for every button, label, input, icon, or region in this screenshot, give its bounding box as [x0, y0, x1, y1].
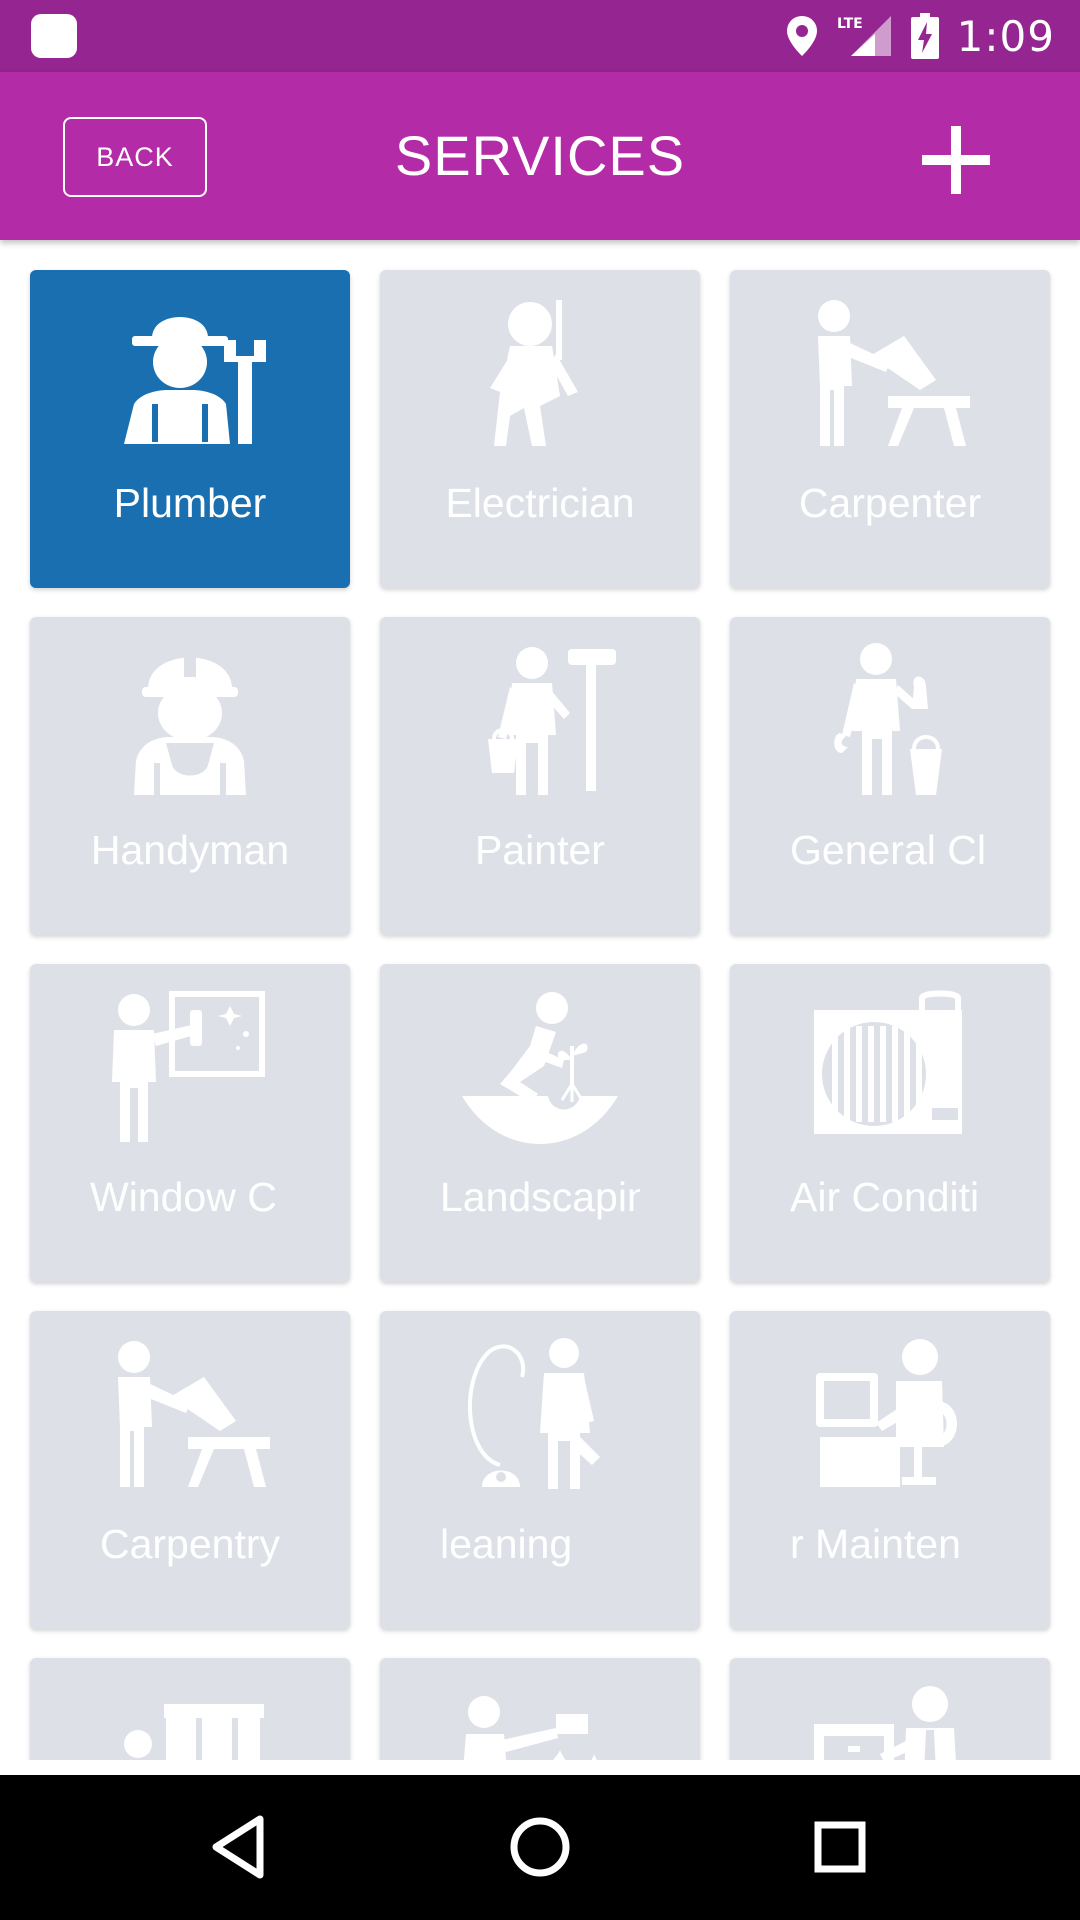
service-tile[interactable]: Landscapin — [380, 964, 700, 1282]
service-label: Carpenter — [798, 480, 982, 526]
service-label: Landscapin — [440, 1174, 640, 1220]
location-pin-icon — [786, 16, 817, 56]
service-tile[interactable]: Carpentry — [30, 1311, 350, 1629]
services-grid: Plumber Electrician Carpenter Handyman P… — [0, 240, 1080, 1760]
plus-icon[interactable] — [916, 120, 996, 200]
carpenter-icon — [818, 300, 970, 446]
status-bar: LTE 1:09 — [0, 0, 1080, 72]
lte-signal-icon: LTE — [837, 16, 891, 56]
navigation-bar — [0, 1775, 1080, 1920]
service-tile[interactable] — [380, 1658, 700, 1760]
service-label: Carpentry — [99, 1521, 280, 1567]
service-tile[interactable]: Window C — [30, 964, 350, 1282]
service-label: Painter — [475, 827, 605, 873]
service-label: Air Conditi — [790, 1174, 980, 1220]
service-tile[interactable]: Carpenter — [730, 270, 1050, 588]
home-circle-icon[interactable] — [498, 1805, 582, 1889]
back-triangle-icon[interactable] — [198, 1805, 282, 1889]
service-tile[interactable]: Plumber — [30, 270, 350, 588]
window-cleaning-icon — [112, 991, 265, 1142]
recents-square-icon[interactable] — [798, 1805, 882, 1889]
heater-repair-icon — [124, 1704, 264, 1760]
service-label: r Mainten — [790, 1521, 961, 1567]
vacuum-cleaning-icon — [467, 1338, 600, 1489]
painter-icon — [488, 647, 616, 795]
handyman-icon — [134, 653, 246, 795]
air-conditioning-icon — [814, 990, 962, 1134]
service-tile[interactable]: General Cl — [730, 617, 1050, 935]
landscaping-icon — [462, 992, 618, 1144]
svg-text:LTE: LTE — [837, 16, 863, 32]
service-label: General Cl — [790, 827, 986, 873]
plumber-icon — [124, 317, 266, 444]
status-indicators: LTE 1:09 — [785, 0, 1055, 72]
pest-control-icon — [463, 1696, 598, 1760]
service-tile[interactable] — [30, 1658, 350, 1760]
service-label: leaning — [440, 1521, 573, 1567]
service-label: Plumber — [113, 480, 267, 526]
status-time: 1:09 — [956, 11, 1055, 61]
office-furniture-icon — [814, 1686, 956, 1760]
carpentry-icon — [118, 1341, 270, 1487]
battery-charging-icon — [910, 13, 939, 59]
service-tile[interactable]: Handyman — [30, 617, 350, 935]
general-cleaning-icon — [834, 643, 942, 795]
electrician-icon — [490, 300, 578, 446]
service-tile[interactable]: Electrician — [380, 270, 700, 588]
service-label: Electrician — [445, 480, 635, 526]
service-tile[interactable] — [730, 1658, 1050, 1760]
service-tile[interactable]: leaning — [380, 1311, 700, 1629]
service-label: Handyman — [90, 827, 290, 873]
app-notification-icon — [31, 14, 77, 58]
service-tile[interactable]: Air Conditi — [730, 964, 1050, 1282]
app-bar: BACK SERVICES — [0, 72, 1080, 240]
service-tile[interactable]: r Mainten — [730, 1311, 1050, 1629]
computer-maintenance-icon — [816, 1339, 957, 1487]
service-tile[interactable]: Painter — [380, 617, 700, 935]
service-label: Window C — [90, 1174, 277, 1220]
